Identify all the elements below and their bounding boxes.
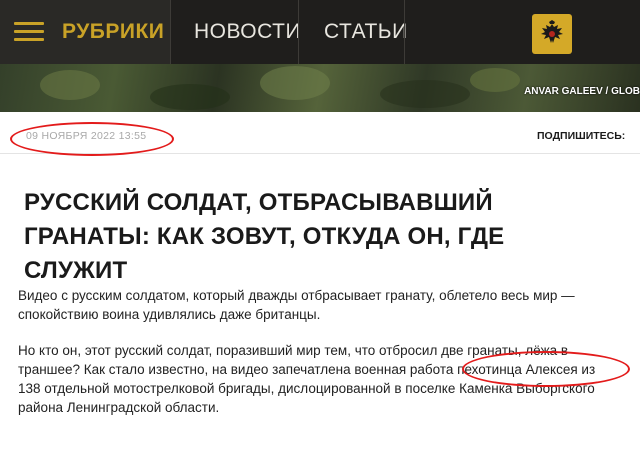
nav-divider — [298, 0, 299, 64]
photo-credit: ANVAR GALEEV / GLOB — [524, 86, 640, 97]
nav-divider — [170, 0, 171, 64]
nav-link-articles[interactable]: СТАТЬИ — [324, 20, 408, 44]
divider — [0, 153, 640, 154]
double-headed-eagle-icon[interactable] — [532, 14, 572, 54]
rubrics-menu-button[interactable]: РУБРИКИ — [0, 0, 170, 64]
article-title: РУССКИЙ СОЛДАТ, ОТБРАСЫВАВШИЙ ГРАНАТЫ: К… — [24, 189, 505, 284]
article-paragraph: Видео с русским солдатом, который дважды… — [18, 288, 575, 322]
subscribe-label[interactable]: ПОДПИШИТЕСЬ: — [537, 130, 625, 142]
nav-divider — [404, 0, 405, 64]
site-header: РУБРИКИ НОВОСТИ СТАТЬИ — [0, 0, 640, 64]
hamburger-icon[interactable] — [14, 22, 44, 42]
rubrics-menu-label: РУБРИКИ — [62, 20, 165, 43]
hero-image: ANVAR GALEEV / GLOB — [0, 64, 640, 112]
article-paragraph: Но кто он, этот русский солдат, поразивш… — [18, 343, 596, 415]
publish-date: 09 НОЯБРЯ 2022 13:55 — [26, 130, 147, 142]
nav-link-news[interactable]: НОВОСТИ — [194, 20, 301, 44]
